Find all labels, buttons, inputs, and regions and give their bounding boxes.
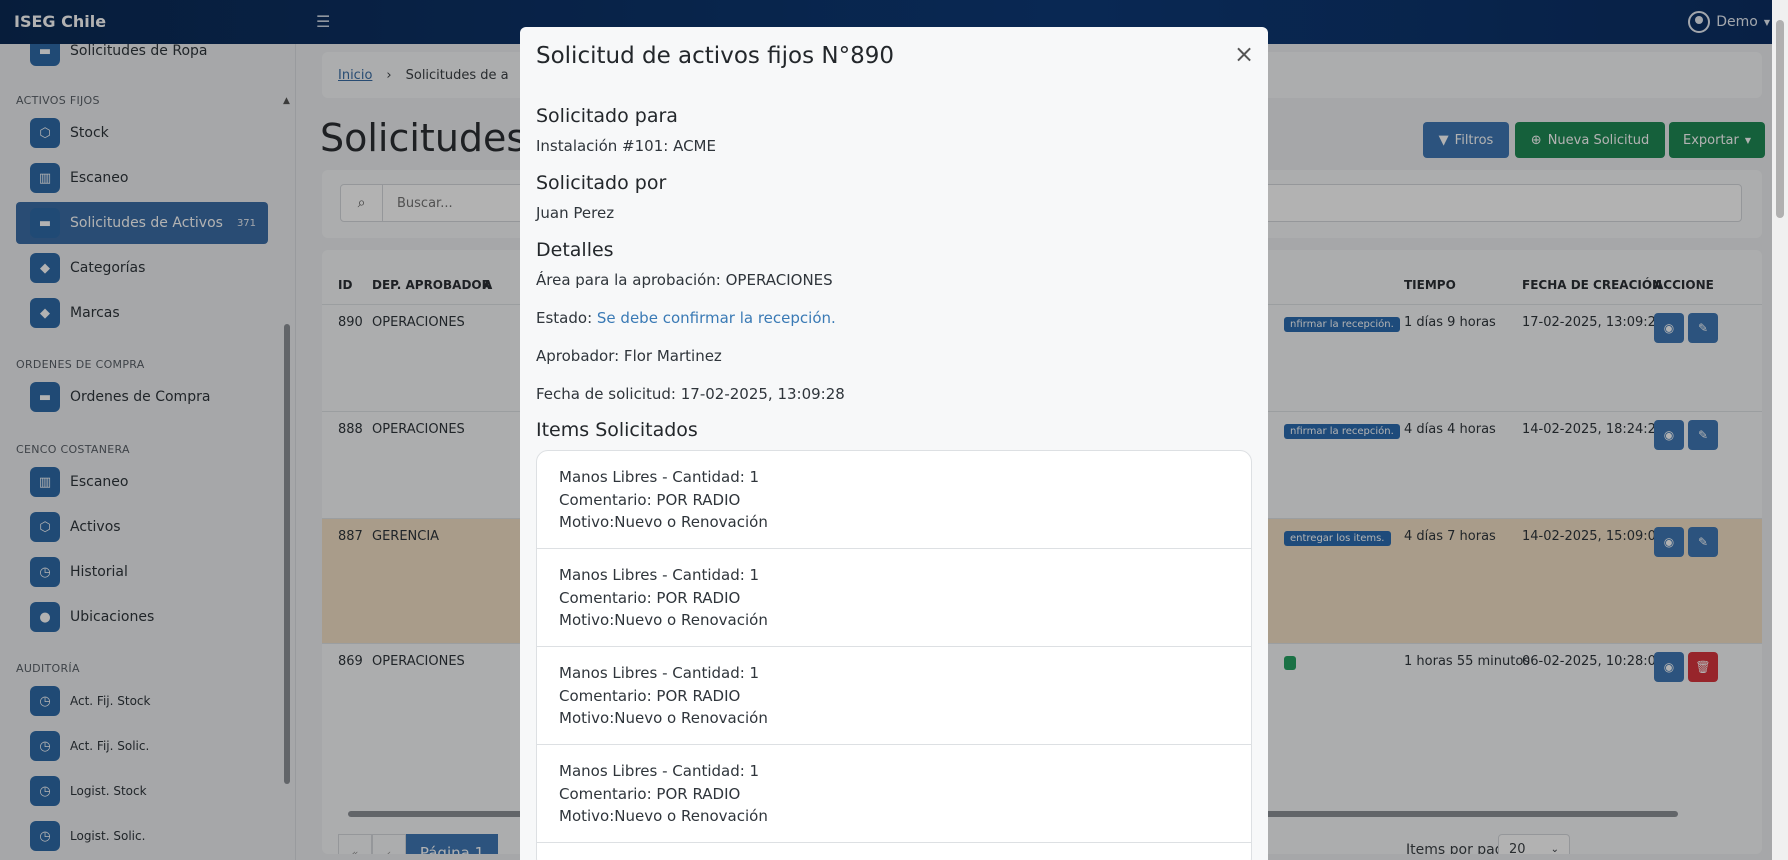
requested-by-heading: Solicitado por bbox=[536, 172, 667, 194]
item-reason: Motivo:Nuevo o Renovación bbox=[559, 611, 768, 629]
page-scrollbar[interactable] bbox=[1772, 0, 1788, 860]
status-value: Se debe confirmar la recepción. bbox=[596, 309, 836, 327]
status-line: Estado: Se debe confirmar la recepción. bbox=[536, 309, 836, 327]
item-comment: Comentario: POR RADIO bbox=[559, 588, 741, 607]
items-heading: Items Solicitados bbox=[536, 419, 698, 441]
list-item: Manos Libres - Cantidad: 1 Comentario: P… bbox=[537, 451, 1251, 549]
item-name-qty: Manos Libres - Cantidad: 1 bbox=[559, 664, 760, 682]
requested-by-value: Juan Perez bbox=[536, 204, 615, 222]
item-name-qty: Manos Libres - Cantidad: 1 bbox=[559, 762, 760, 780]
list-item: Manos Libres - Cantidad: 1 Comentario: P… bbox=[537, 549, 1251, 647]
requested-for-value: Instalación #101: ACME bbox=[536, 137, 716, 155]
modal-title: Solicitud de activos fijos N°890 bbox=[536, 43, 895, 69]
item-comment: Comentario: POR RADIO bbox=[559, 686, 741, 705]
approval-area: Área para la aprobación: OPERACIONES bbox=[536, 271, 833, 289]
request-detail-modal: Solicitud de activos fijos N°890 × Solic… bbox=[520, 27, 1268, 860]
requested-items-list: Manos Libres - Cantidad: 1 Comentario: P… bbox=[536, 450, 1252, 860]
close-icon[interactable]: × bbox=[1232, 42, 1256, 67]
item-name-qty: Manos Libres - Cantidad: 1 bbox=[559, 566, 760, 584]
item-reason: Motivo:Nuevo o Renovación bbox=[559, 807, 768, 825]
list-item: Manos Libres - Cantidad: 1 Comentario: P… bbox=[537, 647, 1251, 745]
item-comment: Comentario: POR RADIO bbox=[559, 490, 741, 509]
approver: Aprobador: Flor Martinez bbox=[536, 347, 722, 365]
requested-for-heading: Solicitado para bbox=[536, 105, 678, 127]
item-comment: Comentario: POR RADIO bbox=[559, 784, 741, 803]
item-reason: Motivo:Nuevo o Renovación bbox=[559, 513, 768, 531]
item-reason: Motivo:Nuevo o Renovación bbox=[559, 709, 768, 727]
status-label: Estado: bbox=[536, 309, 593, 327]
list-item: Manos Libres - Cantidad: 1 Comentario: P… bbox=[537, 745, 1251, 843]
page-scroll-thumb[interactable] bbox=[1776, 20, 1784, 218]
item-name-qty: Manos Libres - Cantidad: 1 bbox=[559, 468, 760, 486]
details-heading: Detalles bbox=[536, 239, 614, 261]
request-date: Fecha de solicitud: 17-02-2025, 13:09:28 bbox=[536, 385, 845, 403]
